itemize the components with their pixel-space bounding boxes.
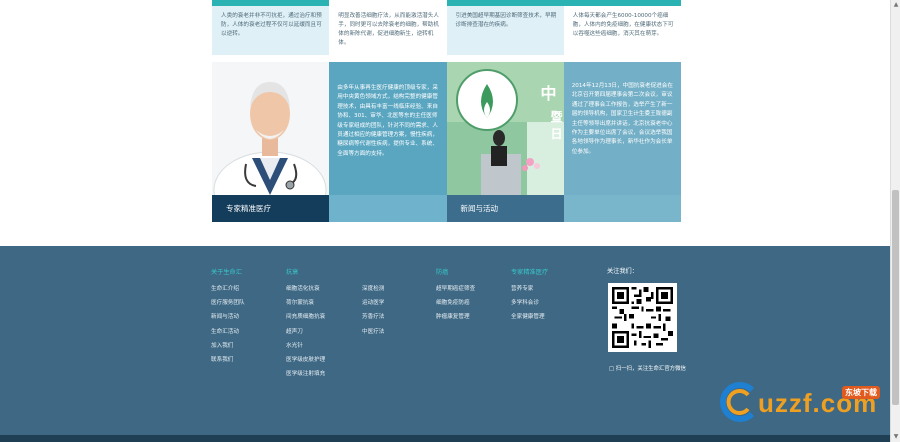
- service-card-cell-therapy[interactable]: 明显改善活细胞疗法，从而能激活潜头人手，同时更可以去除衰老的细胞，帮助机体的新陈…: [329, 0, 447, 55]
- services-summary-row: 人类的衰老并非不可抗拒，通过治疗和预防，人体的衰老过程不仅可以延缓而且可以逆转。…: [212, 0, 681, 55]
- footer-col-therapies: 深度检测 运动医学 芳香疗法 中医疗法: [362, 267, 384, 339]
- footer-col-heading: 专家精准医疗: [511, 269, 549, 276]
- footer-link[interactable]: 新闻与活动: [211, 310, 245, 324]
- panel-caption: 新闻与活动: [446, 195, 564, 222]
- card-description: 引进美国超早期基因诊断筛查技术，早期诊断排查潜在的疾病。: [455, 13, 557, 28]
- footer-link[interactable]: 运动医学: [362, 296, 384, 310]
- footer-link[interactable]: 细胞活化抗衰: [286, 282, 325, 296]
- panel-footer-band: [329, 195, 447, 222]
- uzzf-logo-icon: [719, 382, 755, 422]
- qr-caption: □ 扫一扫，关注生命汇官方微信: [609, 366, 686, 372]
- scroll-up-icon[interactable]: ▲: [891, 0, 900, 10]
- footer-link[interactable]: 芳香疗法: [362, 310, 384, 324]
- scrollbar-thumb[interactable]: [892, 190, 899, 405]
- scroll-down-icon[interactable]: ▼: [891, 432, 900, 442]
- panel-footer-band: [563, 195, 681, 222]
- doctor-photo: [212, 62, 329, 222]
- footer-col-expert-medical: 专家精准医疗 营养专家 多学科会诊 全家健康管理: [511, 267, 548, 325]
- footer-link[interactable]: 全家健康管理: [511, 310, 548, 324]
- vertical-scrollbar[interactable]: ▲ ▼: [890, 0, 900, 442]
- panel-caption: 专家精准医疗: [212, 195, 330, 222]
- footer-link[interactable]: 深度检测: [362, 282, 384, 296]
- feature-panels-row: 专家精准医疗 由多年从事再生医疗健康的顶级专家，采用中央黄色领域方式，结构完整的…: [212, 62, 681, 222]
- footer-col-cancer-prevention: 防癌 超早期癌症筛查 细胞免疫防癌 肿瘤康复管理: [436, 267, 475, 325]
- wechat-qr-code[interactable]: [608, 283, 677, 352]
- footer-col-heading: 关于生命汇: [211, 269, 242, 276]
- service-card-anti-aging[interactable]: 人类的衰老并非不可抗拒，通过治疗和预防，人体的衰老过程不仅可以延缓而且可以逆转。: [212, 0, 330, 55]
- follow-us-title: 关注我们：: [607, 268, 638, 275]
- footer-link[interactable]: 医学级注射填充: [286, 367, 325, 381]
- footer-link[interactable]: 医学级皮肤护理: [286, 353, 325, 367]
- footer-link[interactable]: 生命汇介绍: [211, 282, 245, 296]
- footer-link[interactable]: 细胞免疫防癌: [436, 296, 475, 310]
- footer-link[interactable]: 联系我们: [211, 353, 245, 367]
- card-accent-bar: [212, 0, 330, 6]
- footer-link[interactable]: 多学科会诊: [511, 296, 548, 310]
- footer-col-heading: [362, 267, 384, 275]
- footer-link[interactable]: 荷尔蒙抗衰: [286, 296, 325, 310]
- footer-bottom-strip: [0, 435, 890, 442]
- qr-code-icon: [612, 287, 673, 348]
- footer-col-heading: 抗衰: [286, 269, 299, 276]
- footer-link[interactable]: 肿瘤康复管理: [436, 310, 475, 324]
- footer-link[interactable]: 生命汇活动: [211, 325, 245, 339]
- expert-team-panel[interactable]: 由多年从事再生医疗健康的顶级专家，采用中央黄色领域方式，结构完整的健康管理技术，…: [329, 62, 447, 222]
- watermark-badge: 东坡下载: [842, 386, 880, 399]
- footer-col-heading: 防癌: [436, 269, 449, 276]
- service-card-cancer-prevention[interactable]: 人体每天都会产生6000-10000个癌细胞，人体内的免疫细胞，在健康状态下可以…: [563, 0, 681, 55]
- card-description: 人体每天都会产生6000-10000个癌细胞，人体内的免疫细胞，在健康状态下可以…: [572, 13, 674, 37]
- card-description: 人类的衰老并非不可抗拒，通过治疗和预防，人体的衰老过程不仅可以延缓而且可以逆转。: [221, 13, 322, 37]
- footer-link[interactable]: 间充质细胞抗衰: [286, 310, 325, 324]
- footer-link[interactable]: 超声刀: [286, 325, 325, 339]
- footer-link[interactable]: 营养专家: [511, 282, 548, 296]
- news-events-panel[interactable]: 中 暨日 新闻与活动: [446, 62, 564, 222]
- panel-description: 2014年12月13日，中国抗衰老促进会在北京召开第四届理事会第二次会议，审议通…: [571, 83, 673, 155]
- footer-col-about: 关于生命汇 生命汇介绍 医疗服务团队 新闻与活动 生命汇活动 加入我们 联系我们: [211, 267, 245, 367]
- panel-description: 由多年从事再生医疗健康的顶级专家，采用中央黄色领域方式，结构完整的健康管理技术，…: [337, 85, 438, 157]
- card-description: 明显改善活细胞疗法，从而能激活潜头人手，同时更可以去除衰老的细胞，帮助机体的新陈…: [338, 13, 439, 46]
- card-accent-bar: [563, 0, 681, 6]
- banner-text-2: 暨日: [550, 110, 563, 141]
- expert-medical-panel[interactable]: 专家精准医疗: [212, 62, 330, 222]
- footer-link[interactable]: 加入我们: [211, 339, 245, 353]
- service-card-gene-screening[interactable]: 引进美国超早期基因诊断筛查技术，早期诊断排查潜在的疾病。: [446, 0, 564, 55]
- footer-col-anti-aging: 抗衰 细胞活化抗衰 荷尔蒙抗衰 间充质细胞抗衰 超声刀 水光针 医学级皮肤护理 …: [286, 267, 325, 381]
- footer-link[interactable]: 医疗服务团队: [211, 296, 245, 310]
- footer-link[interactable]: 超早期癌症筛查: [436, 282, 475, 296]
- banner-text: 中: [540, 84, 557, 103]
- footer-link[interactable]: 水光针: [286, 339, 325, 353]
- news-summary-panel[interactable]: 2014年12月13日，中国抗衰老促进会在北京召开第四届理事会第二次会议，审议通…: [563, 62, 681, 222]
- footer-link[interactable]: 中医疗法: [362, 325, 384, 339]
- card-accent-bar: [446, 0, 564, 6]
- uzzf-watermark-logo: uzzf.com 东坡下载: [718, 380, 893, 432]
